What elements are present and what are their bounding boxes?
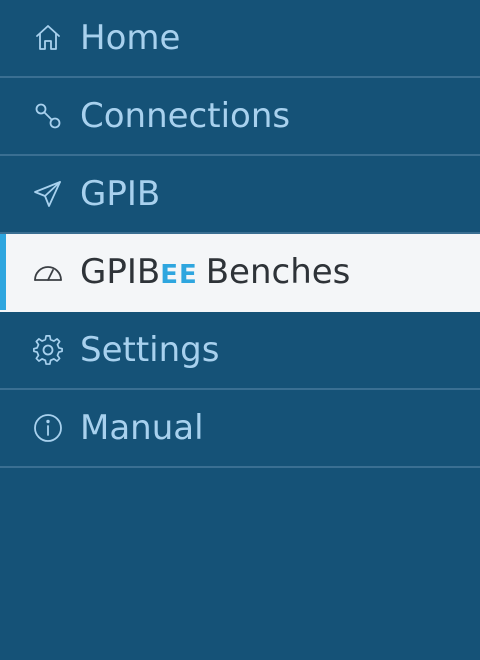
sidebar-item-manual[interactable]: Manual	[0, 390, 480, 468]
gauge-icon	[32, 256, 64, 288]
sidebar-item-label: Settings	[80, 330, 220, 370]
brand-main-text: GPIB	[80, 252, 161, 292]
gear-icon	[32, 334, 64, 366]
send-icon	[32, 178, 64, 210]
sidebar-item-label: GPIBEE Benches	[80, 255, 350, 289]
sidebar-item-gpibee-benches[interactable]: GPIBEE Benches	[0, 234, 480, 312]
home-icon	[32, 22, 64, 54]
connections-icon	[32, 100, 64, 132]
sidebar-item-label: Home	[80, 18, 181, 58]
brand-suffix-text: EE	[160, 260, 198, 290]
benches-text: Benches	[205, 252, 351, 292]
sidebar-item-gpib[interactable]: GPIB	[0, 156, 480, 234]
sidebar-item-connections[interactable]: Connections	[0, 78, 480, 156]
sidebar-item-home[interactable]: Home	[0, 0, 480, 78]
info-icon	[32, 412, 64, 444]
sidebar-item-settings[interactable]: Settings	[0, 312, 480, 390]
sidebar-item-label: Connections	[80, 96, 291, 136]
sidebar-menu: Home Connections GPIB GPIBEE Benches Set…	[0, 0, 480, 468]
sidebar: Home Connections GPIB GPIBEE Benches Set…	[0, 0, 480, 660]
sidebar-item-label: Manual	[80, 408, 204, 448]
sidebar-item-label: GPIB	[80, 174, 161, 214]
